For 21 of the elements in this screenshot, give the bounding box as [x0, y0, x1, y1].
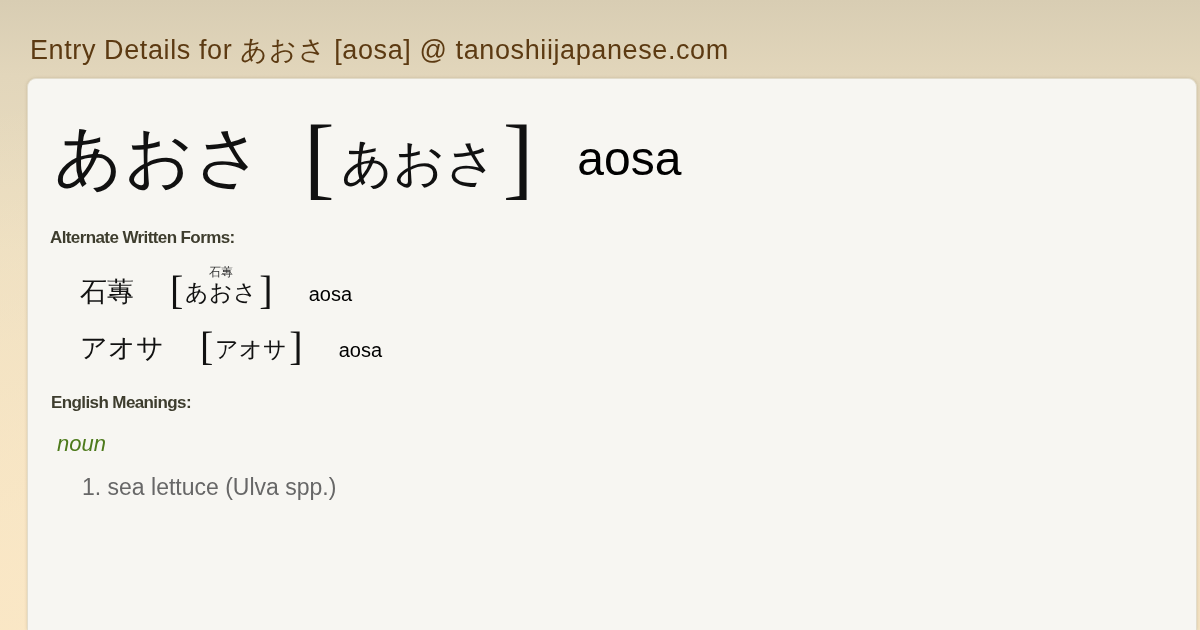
bracket: [: [304, 111, 335, 203]
headword: あおさ: [54, 123, 264, 191]
romaji-text: aosa: [338, 340, 383, 360]
meaning-text: 1. sea lettuce (Ulva spp.): [82, 476, 337, 499]
part-of-speech: noun: [57, 433, 106, 455]
section-heading: Alternate Written Forms:: [50, 228, 235, 248]
written-form: アオサ: [80, 333, 164, 361]
romaji-text: aosa: [577, 135, 682, 183]
kana-reading: あおさ: [185, 280, 258, 304]
bracket: [: [170, 271, 184, 311]
page-title: Entry Details for あおさ [aosa] @ tanoshiijapanese.com: [30, 35, 729, 65]
written-form: 石蓴: [80, 277, 134, 305]
bracket: [: [200, 327, 214, 367]
kana-reading: アオサ: [215, 337, 288, 361]
romaji-text: aosa: [308, 284, 353, 304]
bracket: ]: [259, 271, 273, 311]
bracket: ]: [289, 327, 303, 367]
kana-reading: あおさ: [340, 136, 497, 188]
bracket: ]: [502, 111, 534, 203]
section-heading: English Meanings:: [51, 393, 191, 413]
furigana-text: 石蓴: [209, 265, 234, 278]
